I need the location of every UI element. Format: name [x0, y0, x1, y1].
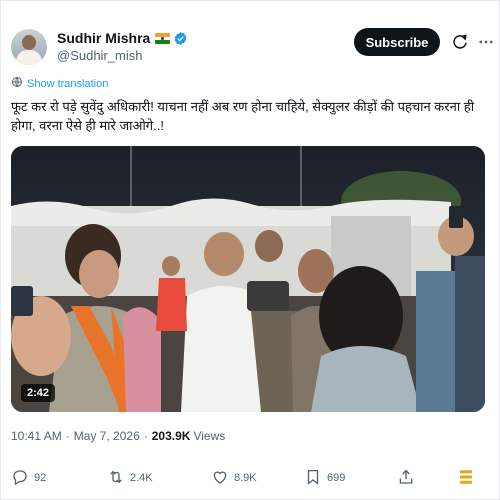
video-thumbnail — [11, 146, 485, 412]
author-block: Sudhir Mishra @Sudhir_mish — [57, 30, 188, 64]
heart-icon — [211, 468, 234, 489]
like-button[interactable]: 8.9K — [211, 465, 257, 491]
tweet-meta: 10:41 AM · May 7, 2026 · 203.9K Views — [11, 429, 225, 443]
subscribe-button[interactable]: Subscribe — [354, 28, 440, 56]
show-translation-link[interactable]: Show translation — [11, 76, 108, 91]
bookmark-count: 699 — [327, 472, 346, 484]
repost-button[interactable]: 2.4K — [107, 465, 153, 491]
tweet-header: Sudhir Mishra @Sudhir_mish Subscribe — [11, 27, 493, 67]
share-icon — [397, 468, 420, 489]
more-options-icon[interactable] — [477, 33, 495, 51]
reply-count: 92 — [34, 472, 47, 484]
grok-icon[interactable] — [451, 33, 469, 51]
show-translation-label[interactable]: Show translation — [27, 78, 108, 90]
avatar[interactable] — [11, 29, 47, 65]
author-handle[interactable]: @Sudhir_mish — [57, 48, 188, 64]
tweet-time[interactable]: 10:41 AM — [11, 429, 62, 443]
meta-separator: · — [143, 429, 148, 443]
share-button[interactable] — [397, 465, 420, 491]
like-count: 8.9K — [234, 472, 257, 484]
action-bar: 92 2.4K 8.9K 699 — [11, 465, 491, 493]
grok-stack-icon — [457, 468, 480, 489]
repost-count: 2.4K — [130, 472, 153, 484]
video-player[interactable]: 2:42 — [11, 146, 485, 412]
bookmark-button[interactable]: 699 — [304, 465, 345, 491]
tweet-text: फूट कर रो पड़े सुवेंदु अधिकारी! याचना नह… — [11, 99, 475, 133]
video-duration: 2:42 — [21, 384, 56, 402]
reply-button[interactable]: 92 — [11, 465, 46, 491]
views-label: Views — [193, 429, 226, 443]
india-flag-icon — [155, 33, 171, 44]
bookmark-icon — [304, 468, 327, 489]
tweet-card: Sudhir Mishra @Sudhir_mish Subscribe Sho… — [0, 0, 500, 500]
meta-separator: · — [65, 429, 70, 443]
translate-icon — [11, 76, 27, 91]
tweet-date[interactable]: May 7, 2026 — [74, 429, 140, 443]
verified-badge-icon[interactable] — [173, 31, 188, 46]
reply-icon — [11, 468, 34, 489]
grok-summary-button[interactable] — [457, 465, 480, 491]
views-count: 203.9K — [151, 429, 191, 443]
repost-icon — [107, 468, 130, 489]
author-name[interactable]: Sudhir Mishra — [57, 30, 150, 47]
